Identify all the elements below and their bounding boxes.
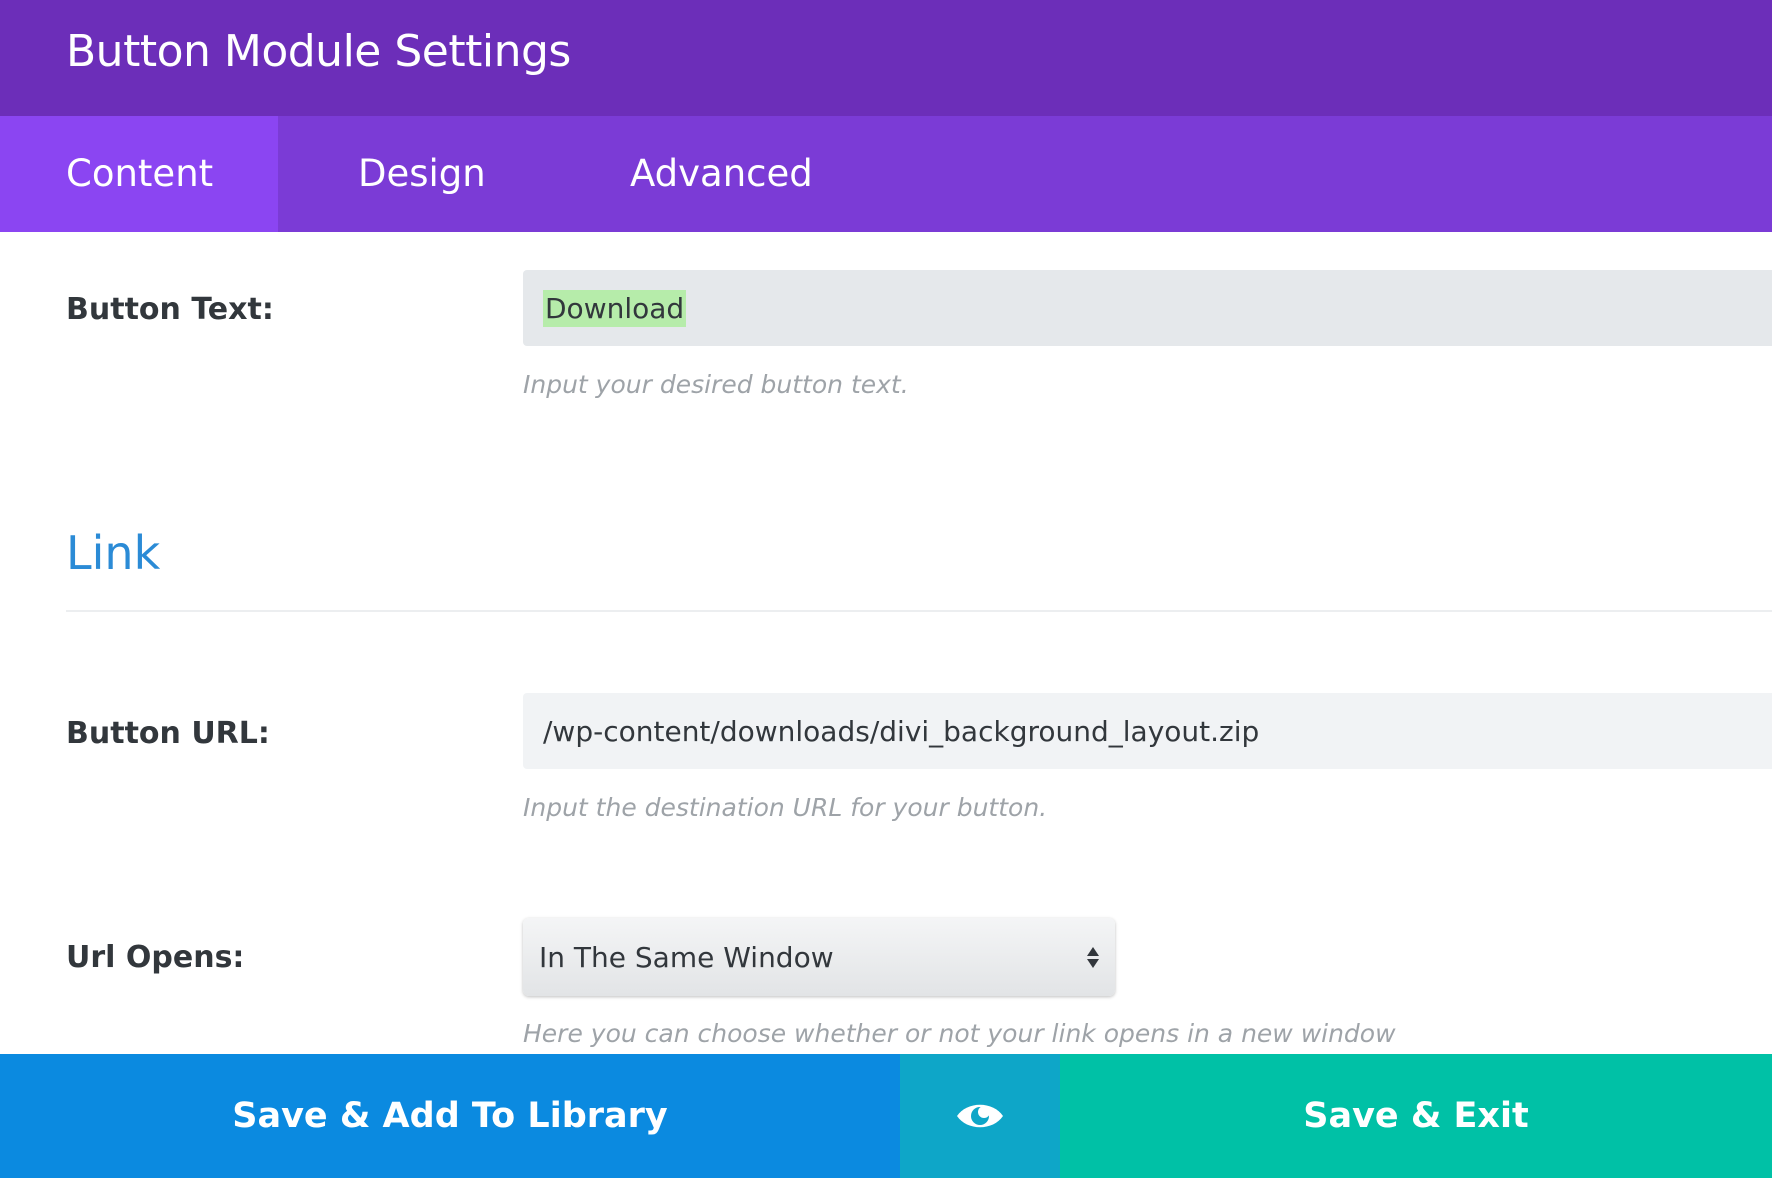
button-url-label: Button URL: — [66, 716, 270, 751]
tab-advanced[interactable]: Advanced — [630, 116, 813, 232]
button-url-value: /wp-content/downloads/divi_background_la… — [543, 714, 1260, 748]
modal-title: Button Module Settings — [66, 26, 571, 77]
button-url-input[interactable]: /wp-content/downloads/divi_background_la… — [523, 693, 1772, 769]
tab-design[interactable]: Design — [358, 116, 486, 232]
url-opens-selected: In The Same Window — [539, 940, 834, 974]
tab-content[interactable]: Content — [0, 116, 278, 232]
preview-button[interactable] — [900, 1054, 1060, 1178]
save-exit-button[interactable]: Save & Exit — [1060, 1054, 1772, 1178]
button-text-label: Button Text: — [66, 292, 274, 327]
link-section-title: Link — [66, 526, 161, 580]
modal-footer: Save & Add To Library Save & Exit — [0, 1054, 1772, 1178]
tab-bar: Content Design Advanced — [0, 116, 1772, 232]
url-opens-help: Here you can choose whether or not your … — [523, 1019, 1396, 1048]
button-text-help: Input your desired button text. — [523, 370, 909, 399]
save-add-library-button[interactable]: Save & Add To Library — [0, 1054, 900, 1178]
button-url-help: Input the destination URL for your butto… — [523, 793, 1048, 822]
url-opens-label: Url Opens: — [66, 940, 245, 975]
button-text-value: Download — [543, 289, 687, 327]
url-opens-select[interactable]: In The Same Window — [523, 918, 1115, 996]
tab-content-label: Content — [66, 152, 214, 195]
modal-header: Button Module Settings — [0, 0, 1772, 116]
button-text-input[interactable]: Download — [523, 270, 1772, 346]
select-arrows-icon — [1087, 946, 1099, 968]
eye-icon — [957, 1104, 1003, 1128]
section-divider — [66, 610, 1772, 612]
